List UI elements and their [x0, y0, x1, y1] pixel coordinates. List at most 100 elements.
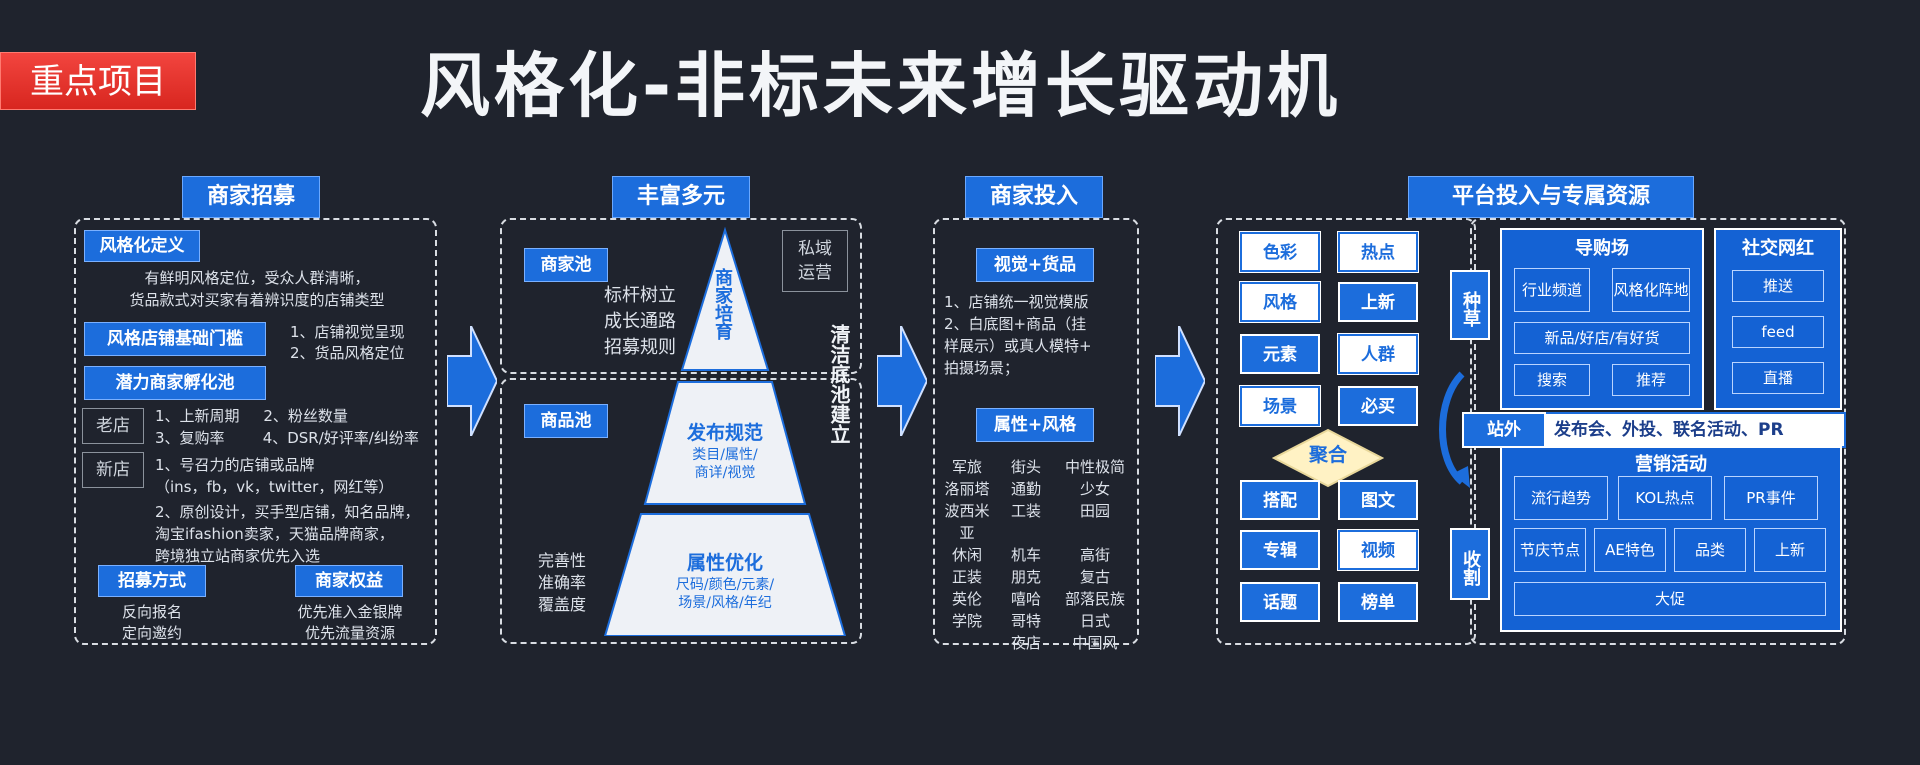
old-store-line-1: 1、上新周期 2、粉丝数量: [155, 407, 348, 425]
tag-hot: 热点: [1338, 232, 1418, 272]
marketing-trend: 流行趋势: [1514, 476, 1608, 520]
style-tag: 学院: [951, 612, 982, 630]
style-tag: 军旅: [951, 458, 982, 476]
style-tag: 嘻哈: [1010, 590, 1041, 608]
recruit-method-label: 招募方式: [98, 565, 206, 597]
offsite-label: 站外: [1462, 412, 1546, 448]
marketing-ae: AE特色: [1594, 528, 1666, 572]
style-tag: 休闲: [951, 546, 982, 564]
style-tag: 洛丽塔: [944, 480, 990, 498]
incubation-pool-label: 潜力商家孵化池: [84, 366, 266, 400]
section-diversity-header: 丰富多元: [612, 176, 750, 218]
style-tag: 部落民族: [1064, 590, 1125, 608]
guide-industry-channel: 行业频道: [1514, 268, 1590, 312]
tag-element: 元素: [1240, 334, 1320, 374]
style-tag: 朋克: [1010, 568, 1041, 586]
style-tag: 机车: [1010, 546, 1041, 564]
store-threshold-label: 风格店铺基础门槛: [84, 322, 266, 356]
style-tag: 正装: [951, 568, 982, 586]
tag-video: 视频: [1338, 530, 1418, 570]
style-tag: 英伦: [951, 590, 982, 608]
style-tag: 夜店: [1010, 634, 1041, 652]
new-store-line-2: （ins，fb，vk，twitter，网红等）: [155, 478, 394, 496]
marketing-festival: 节庆节点: [1514, 528, 1586, 572]
marketing-kol: KOL热点: [1618, 476, 1712, 520]
marketing-new: 上新: [1754, 528, 1826, 572]
recruit-method-1: 反向报名: [121, 603, 182, 621]
style-tag: 田园: [1079, 502, 1110, 520]
guide-new-store-goods: 新品/好店/有好货: [1514, 322, 1690, 354]
new-store-line-5: 跨境独立站商家优先入选: [155, 547, 321, 565]
style-tag: 波西米亚: [944, 502, 990, 542]
guide-recommend: 推荐: [1612, 364, 1690, 396]
merchant-right-2: 优先流量资源: [304, 624, 395, 642]
tag-match: 搭配: [1240, 480, 1320, 520]
goods-pool-label: 商品池: [524, 404, 608, 438]
tag-album: 专辑: [1240, 530, 1320, 570]
tag-topic: 话题: [1240, 582, 1320, 622]
tag-color: 色彩: [1240, 232, 1320, 272]
style-definition-line-1: 有鲜明风格定位，受众人群清晰，: [144, 269, 370, 287]
flow-arrow-icon: [1155, 326, 1205, 436]
flow-arrow-icon: [447, 326, 497, 436]
pyramid-top-label: 商家培育: [712, 268, 733, 340]
new-store-line-4: 淘宝ifashion卖家，天猫品牌商家，: [155, 525, 394, 543]
visual-goods-label: 视觉+货品: [976, 248, 1094, 282]
tag-scene: 场景: [1240, 386, 1320, 426]
publish-rule-sub-2: 商详/视觉: [694, 465, 756, 481]
merchant-right-1: 优先准入金银牌: [297, 603, 403, 621]
attr-optimize-sub-1: 尺码/颜色/元素/: [675, 577, 775, 593]
tag-style: 风格: [1240, 282, 1320, 322]
aggregate-label: 聚合: [1308, 444, 1347, 466]
new-store-box: 新店: [82, 452, 144, 488]
section-merchant-invest-header: 商家投入: [965, 176, 1103, 218]
visual-item-1: 1、店铺统一视觉模版: [944, 293, 1089, 311]
tag-new: 上新: [1338, 282, 1418, 322]
new-store-line-3: 2、原创设计，买手型店铺，知名品牌，: [155, 503, 420, 521]
visual-item-2: 2、白底图+商品（挂: [944, 315, 1087, 333]
style-tag: 少女: [1079, 480, 1110, 498]
attr-optimize-title: 属性优化: [686, 552, 763, 574]
section-platform-invest-header: 平台投入与专属资源: [1408, 176, 1694, 218]
merchant-rights-label: 商家权益: [295, 565, 403, 597]
clean-pool-label: 清洁底池建立: [827, 324, 851, 444]
style-tag: 高街: [1079, 546, 1110, 564]
attr-optimize-sub-2: 场景/风格/年纪: [678, 595, 772, 611]
threshold-item-2: 2、货品风格定位: [290, 344, 405, 362]
visual-item-3: 样展示）或真人模特+: [944, 337, 1092, 355]
style-tag-grid: 军旅 街头 中性极简 洛丽塔 通勤 少女 波西米亚 工装 田园 休闲 机车 高街 正装 朋克 复古 …: [938, 456, 1138, 654]
style-tag: 复古: [1079, 568, 1110, 586]
harvest-label: 收割: [1450, 528, 1490, 600]
marketing-title: 营销活动: [1635, 454, 1707, 475]
page-title: 风格化-非标未来增长驱动机: [420, 45, 1342, 127]
old-store-box: 老店: [82, 408, 144, 444]
key-project-tag: 重点项目: [0, 52, 196, 110]
style-tag: 中国风: [1072, 634, 1118, 652]
marketing-pr: PR事件: [1724, 476, 1818, 520]
social-feed: feed: [1732, 316, 1824, 348]
publish-rule-title: 发布规范: [686, 422, 763, 444]
style-tag: 日式: [1079, 612, 1110, 630]
quality-item-1: 完善性: [538, 551, 587, 570]
social-push: 推送: [1732, 270, 1824, 302]
offsite-text: 发布会、外投、联名活动、PR: [1554, 420, 1784, 440]
old-store-line-2: 3、复购率 4、DSR/好评率/纠纷率: [155, 429, 419, 447]
seed-label: 种草: [1450, 270, 1490, 340]
attr-style-label: 属性+风格: [976, 408, 1094, 442]
tag-crowd: 人群: [1338, 334, 1418, 374]
style-definition-label: 风格化定义: [84, 230, 200, 262]
style-tag: 通勤: [1010, 480, 1041, 498]
quality-item-3: 覆盖度: [538, 595, 587, 614]
style-tag: 中性极简: [1064, 458, 1125, 476]
style-tag: 哥特: [1010, 612, 1041, 630]
quality-item-2: 准确率: [538, 573, 587, 592]
tag-must-buy: 必买: [1338, 386, 1418, 426]
section-merchant-recruit-header: 商家招募: [182, 176, 320, 218]
publish-rule-sub-1: 类目/属性/: [692, 447, 758, 463]
visual-item-4: 拍摄场景；: [944, 359, 1020, 377]
flow-arrow-icon: [877, 326, 927, 436]
tag-graphic: 图文: [1338, 480, 1418, 520]
social-live: 直播: [1732, 362, 1824, 394]
tag-ranking: 榜单: [1338, 582, 1418, 622]
new-store-line-1: 1、号召力的店铺或品牌: [155, 456, 315, 474]
